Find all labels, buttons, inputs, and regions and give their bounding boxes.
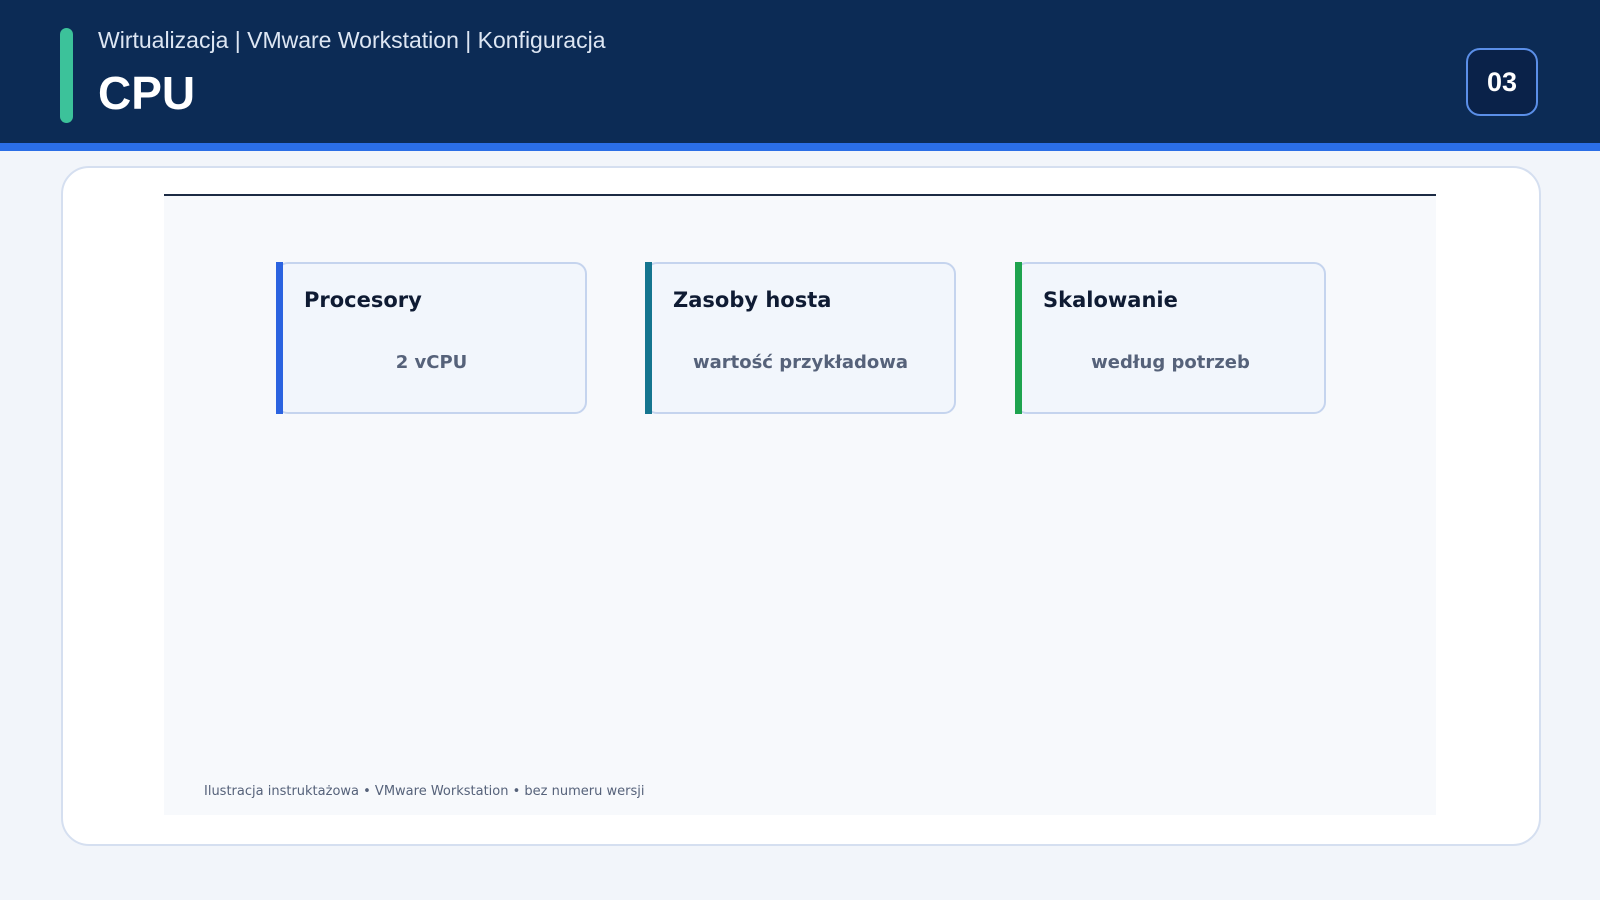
card-value: 2 vCPU	[395, 352, 468, 373]
header-accent-pill	[60, 28, 73, 123]
card-procesory: Procesory 2 vCPU	[276, 262, 587, 414]
card-accent-bar	[276, 262, 283, 414]
card-title: Zasoby hosta	[673, 288, 832, 312]
card-title: Procesory	[304, 288, 422, 312]
card-zasoby-hosta: Zasoby hosta wartość przykładowa	[645, 262, 956, 414]
header-bar	[0, 0, 1600, 143]
card-skalowanie: Skalowanie według potrzeb	[1015, 262, 1326, 414]
slide-number-badge: 03	[1466, 48, 1538, 116]
card-accent-bar	[1015, 262, 1022, 414]
card-value: według potrzeb	[1091, 352, 1250, 373]
header-divider	[0, 143, 1600, 151]
card-title: Skalowanie	[1043, 288, 1178, 312]
footnote: Ilustracja instruktażowa • VMware Workst…	[204, 784, 645, 799]
card-value: wartość przykładowa	[692, 352, 909, 373]
card-accent-bar	[645, 262, 652, 414]
breadcrumb: Wirtualizacja | VMware Workstation | Kon…	[98, 27, 606, 53]
page-title: CPU	[98, 67, 196, 119]
